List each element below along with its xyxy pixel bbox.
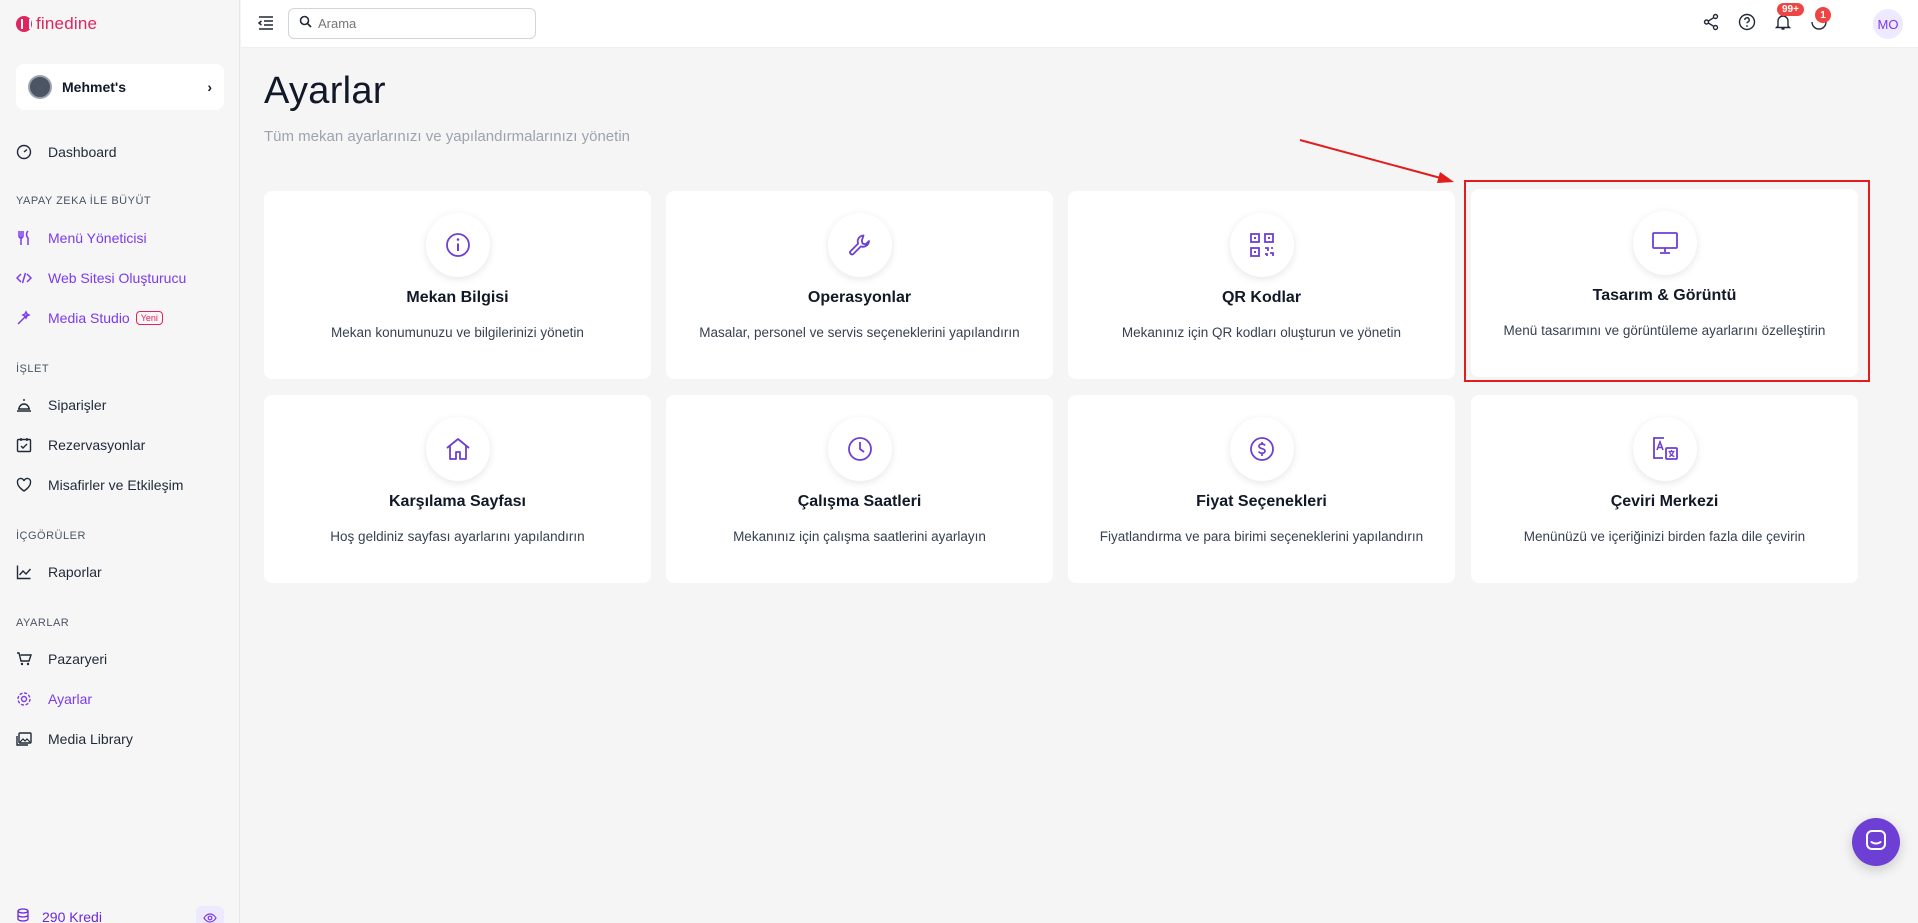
annotation-arrow — [1299, 139, 1454, 183]
wrench-icon — [827, 213, 892, 277]
gear-icon — [16, 691, 32, 707]
card-description: Menünüzü ve içeriğinizi birden fazla dil… — [1523, 529, 1806, 544]
share-icon[interactable] — [1702, 13, 1720, 31]
sidebar-item-reservations[interactable]: Rezervasyonlar — [16, 433, 145, 457]
section-title-insights: İÇGÖRÜLER — [16, 530, 86, 542]
card-title: Tasarım & Görüntü — [1592, 287, 1737, 304]
sidebar-item-label: Menü Yöneticisi — [48, 230, 147, 246]
sidebar-item-label: Media Studio — [48, 310, 130, 326]
magic-wand-icon — [16, 310, 32, 326]
sidebar-item-label: Misafirler ve Etkileşim — [48, 477, 184, 493]
sidebar-item-orders[interactable]: Siparişler — [16, 393, 106, 417]
chat-support-button[interactable] — [1852, 818, 1900, 866]
calendar-check-icon — [16, 437, 32, 453]
qr-code-icon — [1229, 213, 1294, 277]
search-bar[interactable] — [288, 8, 536, 39]
finedine-logo-icon — [16, 16, 32, 32]
settings-card-translation-center[interactable]: Çeviri Merkezi Menünüzü ve içeriğinizi b… — [1471, 395, 1858, 583]
info-icon — [425, 213, 490, 277]
sidebar-item-label: Dashboard — [48, 144, 117, 160]
section-title-ai: YAPAY ZEKA İLE BÜYÜT — [16, 195, 152, 207]
sidebar-item-menu-manager[interactable]: Menü Yöneticisi — [16, 226, 147, 250]
card-title: Mekan Bilgisi — [406, 289, 509, 306]
user-avatar[interactable]: MO — [1873, 9, 1903, 39]
card-description: Menü tasarımını ve görüntüleme ayarların… — [1503, 323, 1826, 338]
line-chart-icon — [16, 564, 32, 580]
new-badge: Yeni — [135, 311, 163, 325]
sidebar-item-label: Web Sitesi Oluşturucu — [48, 270, 187, 286]
card-title: Karşılama Sayfası — [389, 493, 526, 510]
card-description: Mekanınız için QR kodları oluşturun ve y… — [1121, 325, 1402, 340]
sidebar-item-label: Siparişler — [48, 397, 107, 413]
venue-name: Mehmet's — [62, 79, 127, 95]
card-title: Çalışma Saatleri — [797, 493, 922, 510]
section-title-manage: İŞLET — [16, 363, 50, 375]
credits-label: 290 Kredi — [42, 908, 102, 923]
settings-card-qr-codes[interactable]: QR Kodlar Mekanınız için QR kodları oluş… — [1068, 191, 1455, 379]
card-title: Operasyonlar — [807, 289, 912, 306]
topbar — [241, 0, 1918, 48]
chat-icon — [1865, 829, 1887, 856]
card-title: Fiyat Seçenekleri — [1196, 493, 1327, 510]
card-description: Mekan konumunuzu ve bilgilerinizi yöneti… — [331, 325, 584, 340]
sidebar-item-marketplace[interactable]: Pazaryeri — [16, 647, 107, 671]
sidebar-item-media-studio[interactable]: Media Studio Yeni — [16, 306, 163, 330]
settings-card-working-hours[interactable]: Çalışma Saatleri Mekanınız için çalışma … — [666, 395, 1053, 583]
search-icon — [299, 15, 312, 33]
sidebar-item-settings[interactable]: Ayarlar — [16, 687, 92, 711]
gauge-icon — [16, 144, 32, 160]
search-input[interactable] — [318, 16, 518, 31]
notifications-badge: 99+ — [1777, 3, 1804, 16]
translate-icon — [1632, 417, 1697, 481]
images-icon — [16, 731, 32, 747]
sidebar-item-media-library[interactable]: Media Library — [16, 727, 133, 751]
toggle-credits-visibility-button[interactable] — [196, 906, 224, 923]
page-title: Ayarlar — [264, 70, 386, 112]
page-subtitle: Tüm mekan ayarlarınızı ve yapılandırmala… — [264, 128, 630, 145]
card-title: QR Kodlar — [1221, 289, 1302, 306]
bell-service-icon — [16, 397, 32, 413]
database-icon — [16, 908, 30, 923]
sidebar-item-label: Media Library — [48, 731, 133, 747]
menu-toggle-icon[interactable] — [257, 14, 275, 32]
section-title-settings: AYARLAR — [16, 617, 70, 629]
settings-card-price-options[interactable]: Fiyat Seçenekleri Fiyatlandırma ve para … — [1068, 395, 1455, 583]
sidebar-item-label: Raporlar — [48, 564, 102, 580]
chevron-right-icon: › — [207, 79, 212, 95]
home-icon — [425, 417, 490, 481]
card-description: Masalar, personel ve servis seçeneklerin… — [699, 325, 1020, 340]
brand-name: finedine — [36, 14, 98, 33]
card-title: Çeviri Merkezi — [1610, 493, 1719, 510]
sidebar-item-label: Rezervasyonlar — [48, 437, 146, 453]
settings-card-operations[interactable]: Operasyonlar Masalar, personel ve servis… — [666, 191, 1053, 379]
clock-icon — [827, 417, 892, 481]
help-icon[interactable] — [1738, 13, 1756, 31]
settings-card-welcome-page[interactable]: Karşılama Sayfası Hoş geldiniz sayfası a… — [264, 395, 651, 583]
venue-switcher[interactable]: Mehmet's › — [16, 64, 224, 110]
card-description: Mekanınız için çalışma saatlerini ayarla… — [733, 529, 986, 544]
dollar-icon — [1229, 417, 1294, 481]
fork-knife-icon — [16, 230, 32, 246]
sidebar-item-website-builder[interactable]: Web Sitesi Oluşturucu — [16, 266, 186, 290]
sidebar-item-dashboard[interactable]: Dashboard — [16, 140, 117, 164]
sidebar-item-guests[interactable]: Misafirler ve Etkileşim — [16, 473, 183, 497]
monitor-icon — [1632, 211, 1697, 275]
credits-display: 290 Kredi — [16, 908, 102, 923]
updates-badge: 1 — [1815, 7, 1831, 23]
sidebar-item-reports[interactable]: Raporlar — [16, 560, 102, 584]
heart-icon — [16, 477, 32, 493]
card-description: Fiyatlandırma ve para birimi seçenekleri… — [1099, 529, 1424, 544]
sidebar-item-label: Ayarlar — [48, 691, 93, 707]
sidebar: finedine Mehmet's › Dashboard YAPAY ZEKA… — [0, 0, 240, 923]
eye-icon — [196, 906, 224, 923]
sidebar-item-label: Pazaryeri — [48, 651, 108, 667]
cart-icon — [16, 651, 32, 667]
code-icon — [16, 270, 32, 286]
settings-card-venue-info[interactable]: Mekan Bilgisi Mekan konumunuzu ve bilgil… — [264, 191, 651, 379]
venue-avatar — [28, 75, 52, 99]
brand-logo[interactable]: finedine — [16, 14, 97, 34]
settings-card-design-display[interactable]: Tasarım & Görüntü Menü tasarımını ve gör… — [1471, 189, 1858, 377]
card-description: Hoş geldiniz sayfası ayarlarını yapıland… — [330, 529, 585, 544]
